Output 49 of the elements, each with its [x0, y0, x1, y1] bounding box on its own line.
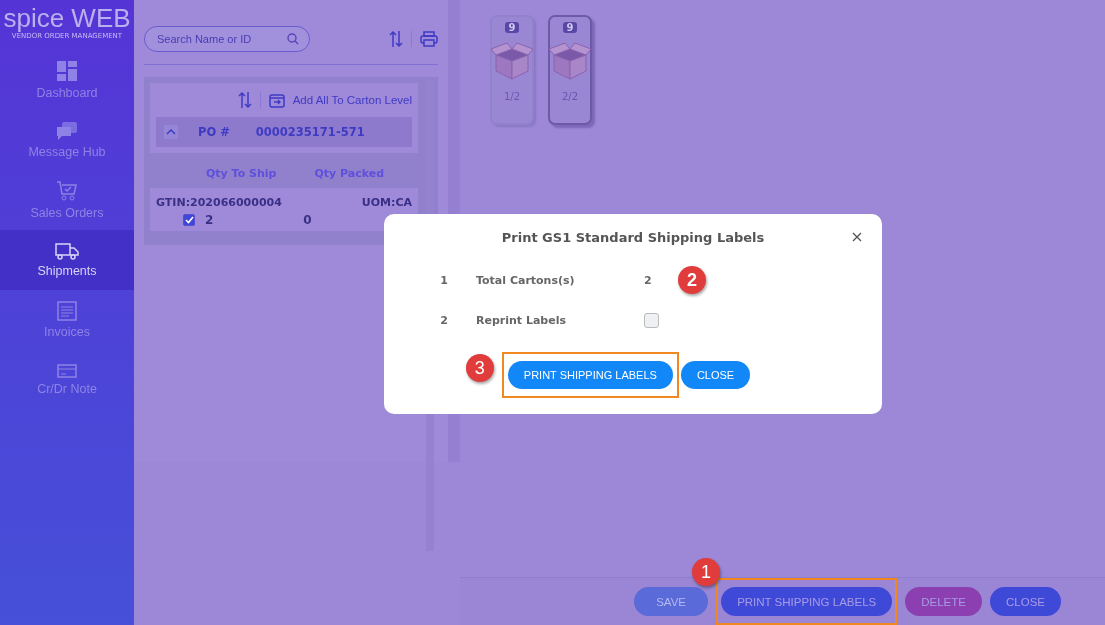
- logo-text: spice WEB: [3, 4, 131, 32]
- row-label: Total Cartons(s): [476, 273, 576, 287]
- carton-add-icon[interactable]: [268, 92, 285, 108]
- chevron-icon: [166, 129, 176, 135]
- count-badge: 9: [504, 22, 520, 33]
- chat-icon: [56, 121, 78, 141]
- po-label: PO #: [198, 125, 230, 139]
- box-icon: [548, 41, 592, 81]
- invoice-icon: [57, 301, 77, 321]
- po-number: 0000235171-571: [255, 125, 365, 139]
- dialog-button[interactable]: PRINT SHIPPING LABELS: [507, 361, 673, 389]
- sidebar-item[interactable]: Shipments: [0, 230, 134, 290]
- dialog-title: Print GS1 Standard Shipping Labels: [501, 229, 765, 245]
- footer-button[interactable]: DELETE: [905, 587, 982, 616]
- truck-icon: [55, 242, 79, 260]
- sidebar-item[interactable]: Cr/Dr Note: [0, 350, 134, 410]
- box-icon: [490, 41, 534, 81]
- row-number: 1: [439, 273, 448, 287]
- search-icon: [287, 33, 299, 45]
- close-icon[interactable]: [852, 232, 862, 242]
- row-label: Reprint Labels: [476, 313, 567, 327]
- search-field[interactable]: Search Name or ID: [144, 26, 310, 52]
- item-checkbox[interactable]: [183, 214, 195, 226]
- add-all-link[interactable]: Add All To Carton Level: [292, 94, 412, 106]
- footer-button[interactable]: CLOSE: [990, 587, 1061, 616]
- uom-text: UOM:CA: [361, 196, 412, 209]
- footer-button[interactable]: PRINT SHIPPING LABELS: [721, 587, 893, 616]
- collapse-button[interactable]: [164, 125, 178, 139]
- print-icon[interactable]: [420, 31, 438, 47]
- sidebar-item[interactable]: Sales Orders: [0, 170, 134, 230]
- sidebar-item[interactable]: Dashboard: [0, 50, 134, 110]
- callout-marker: 2: [678, 266, 706, 294]
- sidebar-item[interactable]: Message Hub: [0, 110, 134, 170]
- dialog-button[interactable]: CLOSE: [680, 361, 751, 389]
- callout-marker: 1: [692, 558, 721, 586]
- sort-icon[interactable]: [237, 91, 252, 109]
- qty-packed: 0: [303, 213, 312, 227]
- sidebar-item[interactable]: Invoices: [0, 290, 134, 350]
- count-badge: 9: [562, 22, 578, 33]
- qty-to-ship: 2: [205, 213, 214, 227]
- row-number: 2: [439, 313, 448, 327]
- row-value: 2: [644, 273, 653, 287]
- reprint-checkbox[interactable]: [644, 312, 659, 328]
- gtin-text: GTIN:202066000004: [156, 196, 282, 209]
- sort-icon[interactable]: [389, 30, 403, 48]
- dashboard-icon: [56, 60, 78, 82]
- card-icon: [57, 364, 77, 378]
- cart-icon: [56, 180, 78, 202]
- callout-marker: 3: [465, 354, 494, 382]
